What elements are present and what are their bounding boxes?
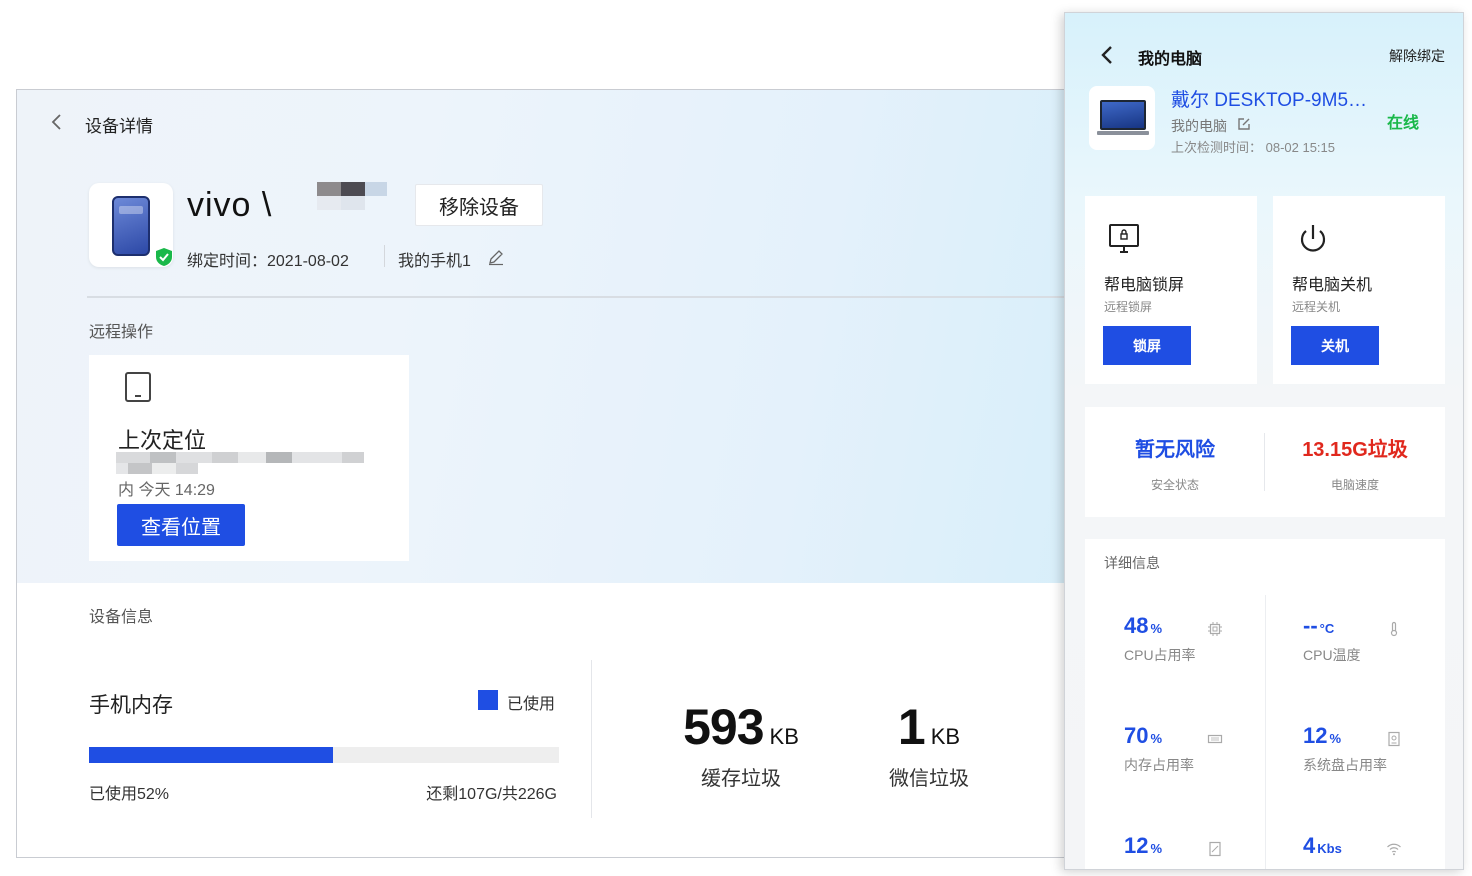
network-speed-metric: 4 Kbs (1303, 833, 1342, 865)
memory-usage-label: 内存占用率 (1124, 757, 1194, 773)
shutdown-card: 帮电脑关机 远程关机 关机 (1273, 196, 1445, 384)
tablet-icon (125, 372, 151, 402)
network-speed-unit: Kbs (1317, 841, 1342, 856)
cpu-temp-value: -- (1303, 613, 1318, 638)
divider (591, 660, 592, 818)
cpu-usage-label: CPU占用率 (1124, 647, 1196, 663)
cpu-icon (1208, 622, 1222, 636)
back-chevron-icon[interactable] (1097, 43, 1117, 67)
edit-pencil-icon[interactable] (487, 248, 505, 266)
details-card: 详细信息 48% CPU占用率 -- °C CPU温度 70% 内存占用率 12… (1085, 539, 1445, 869)
remote-ops-label: 远程操作 (89, 324, 154, 341)
wechat-junk-value: 1 (897, 699, 926, 755)
online-status: 在线 (1387, 115, 1420, 132)
storage-progress-fill (89, 747, 334, 763)
cache-junk-value: 593 (683, 699, 764, 755)
device-name: vivo \ (187, 186, 273, 224)
device-info-label: 设备信息 (89, 609, 154, 626)
power-icon (1300, 225, 1326, 252)
system-disk-metric: 12% 系统盘占用率 (1303, 723, 1387, 775)
monitor-lock-icon (1109, 224, 1139, 253)
unbind-button[interactable]: 解除绑定 (1389, 46, 1445, 66)
back-chevron-icon[interactable] (45, 110, 69, 134)
wechat-junk-label: 微信垃圾 (889, 768, 969, 790)
memory-usage-metric: 70% 内存占用率 (1124, 723, 1194, 775)
cpu-usage-value: 48 (1124, 613, 1149, 638)
bind-time: 绑定时间：2021-08-02 (187, 253, 349, 270)
memory-usage-unit: % (1150, 731, 1163, 746)
cpu-temp-label: CPU温度 (1303, 647, 1361, 663)
location-time: 内 今天 14:29 (118, 482, 215, 499)
disk-icon (1388, 731, 1400, 747)
remaining-text: 还剩107G/共226G (426, 786, 557, 803)
header-divider (87, 296, 1075, 298)
details-title: 详细信息 (1104, 555, 1160, 571)
cache-junk-stat[interactable]: 593 KB 缓存垃圾 (671, 698, 811, 791)
system-disk-unit: % (1329, 731, 1342, 746)
gpu-usage-metric: 12% (1124, 833, 1162, 865)
verified-shield-icon (156, 248, 172, 266)
cpu-usage-metric: 48% CPU占用率 (1124, 613, 1196, 665)
pc-name: 戴尔 DESKTOP-9M5… (1171, 90, 1368, 111)
lock-screen-title: 帮电脑锁屏 (1104, 277, 1185, 294)
used-text: 已使用52% (89, 786, 170, 803)
address-redaction-mosaic (116, 452, 380, 474)
page-title: 设备详情 (85, 117, 153, 136)
gpu-usage-unit: % (1150, 841, 1163, 856)
thermometer-icon (1390, 621, 1398, 637)
legend-label: 已使用 (507, 696, 556, 713)
cache-junk-label: 缓存垃圾 (701, 768, 781, 790)
shutdown-sub: 远程关机 (1292, 300, 1341, 314)
cpu-temp-metric: -- °C CPU温度 (1303, 613, 1361, 665)
last-location-card: 上次定位 内 今天 14:29 查看位置 (89, 355, 409, 561)
cache-junk-unit: KB (769, 724, 799, 749)
storage-progress-bar (89, 747, 559, 763)
legend-swatch (478, 690, 498, 710)
security-status-value: 暂无风险 (1135, 439, 1215, 461)
my-computer-panel: 我的电脑 解除绑定 戴尔 DESKTOP-9M5… 我的电脑 上次检测时间： 0… (1064, 12, 1464, 870)
lock-screen-sub: 远程锁屏 (1104, 300, 1153, 314)
memory-icon (1207, 734, 1223, 744)
device-alias: 我的手机1 (398, 253, 471, 270)
pc-speed-label: 电脑速度 (1330, 478, 1379, 492)
security-status-label: 安全状态 (1150, 478, 1199, 492)
memory-usage-value: 70 (1124, 723, 1149, 748)
divider (384, 245, 385, 267)
divider (1265, 595, 1266, 869)
panel-title: 我的电脑 (1138, 51, 1203, 68)
wechat-junk-unit: KB (930, 724, 961, 749)
edit-icon[interactable] (1237, 117, 1251, 131)
shutdown-button[interactable]: 关机 (1291, 326, 1379, 365)
system-disk-value: 12 (1303, 723, 1328, 748)
wechat-junk-stat[interactable]: 1 KB 微信垃圾 (867, 698, 991, 791)
pc-summary-card: 暂无风险 安全状态 13.15G垃圾 电脑速度 (1085, 407, 1445, 517)
gpu-icon (1209, 841, 1221, 857)
last-location-title: 上次定位 (118, 428, 207, 453)
system-disk-label: 系统盘占用率 (1303, 757, 1387, 773)
security-status[interactable]: 暂无风险 安全状态 (1085, 433, 1265, 493)
remove-device-button[interactable]: 移除设备 (415, 184, 543, 226)
name-redaction-mosaic (267, 182, 393, 210)
cpu-usage-unit: % (1150, 621, 1163, 636)
last-check-time: 上次检测时间： 08-02 15:15 (1171, 140, 1336, 155)
network-speed-value: 4 (1303, 833, 1316, 858)
lock-screen-button[interactable]: 锁屏 (1103, 326, 1191, 365)
pc-speed-status[interactable]: 13.15G垃圾 电脑速度 (1265, 433, 1445, 493)
gpu-usage-value: 12 (1124, 833, 1149, 858)
cpu-temp-unit: °C (1319, 621, 1335, 636)
pc-junk-value: 13.15G垃圾 (1302, 439, 1408, 461)
wifi-icon (1387, 843, 1401, 856)
view-location-button[interactable]: 查看位置 (117, 504, 245, 546)
storage-title: 手机内存 (89, 694, 173, 717)
laptop-thumbnail (1089, 86, 1155, 150)
lock-screen-card: 帮电脑锁屏 远程锁屏 锁屏 (1085, 196, 1257, 384)
shutdown-title: 帮电脑关机 (1292, 277, 1373, 294)
pc-alias: 我的电脑 (1171, 118, 1227, 134)
device-detail-window: 设备详情 vivo \ 移除设备 绑定时间：2021-08-02 我的手机1 远… (16, 89, 1076, 858)
